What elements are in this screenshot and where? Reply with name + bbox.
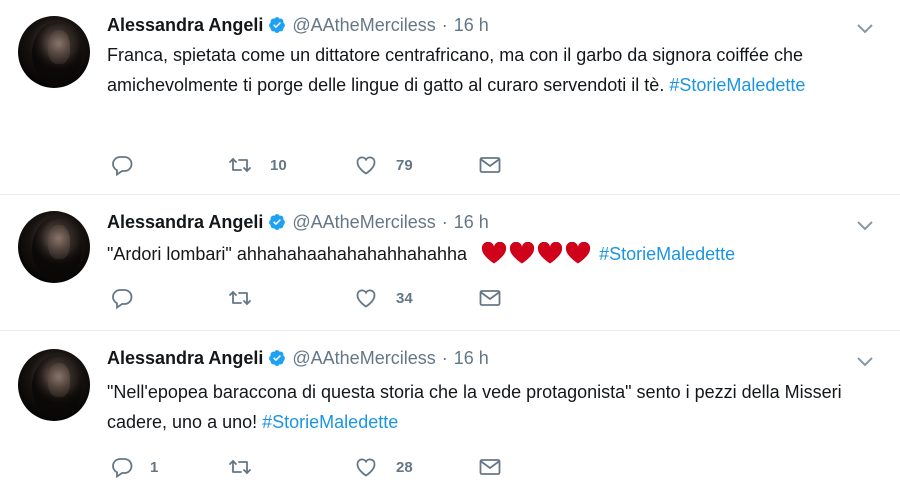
reply-icon — [112, 156, 133, 177]
like-button[interactable]: 79 — [354, 152, 413, 178]
red-heart-emoji — [509, 241, 535, 264]
like-button[interactable]: 28 — [354, 454, 413, 480]
retweet-icon — [229, 158, 251, 172]
like-button[interactable]: 34 — [354, 285, 413, 311]
separator-dot: · — [441, 347, 448, 368]
retweet-icon — [229, 460, 251, 474]
tweet-header: Alessandra Angeli @AAtheMerciless · 16 h — [107, 345, 489, 371]
separator-dot: · — [441, 14, 448, 35]
caret-down-icon[interactable] — [856, 220, 874, 232]
like-icon — [356, 156, 376, 175]
verified-badge-icon — [269, 214, 286, 230]
tweet-text-content: "Nell'epopea baraccona di questa storia … — [107, 382, 842, 432]
verified-badge-icon — [269, 350, 286, 366]
like-count: 28 — [396, 458, 413, 476]
reply-icon — [112, 289, 133, 310]
hashtag-link[interactable]: #StorieMaledette — [669, 75, 805, 95]
tweet-header: Alessandra Angeli @AAtheMerciless · 16 h — [107, 209, 489, 235]
direct-message-button[interactable] — [478, 285, 502, 311]
tweet-text: Franca, spietata come un dittatore centr… — [107, 40, 877, 100]
author-name[interactable]: Alessandra Angeli — [107, 212, 263, 233]
tweet-timestamp[interactable]: 16 h — [454, 15, 489, 36]
author-name[interactable]: Alessandra Angeli — [107, 15, 263, 36]
avatar[interactable] — [18, 16, 90, 88]
tweet-header: Alessandra Angeli @AAtheMerciless · 16 h — [107, 12, 489, 38]
reply-icon — [112, 458, 133, 479]
direct-message-icon — [479, 459, 501, 475]
author-handle[interactable]: @AAtheMerciless — [292, 212, 435, 233]
verified-badge-icon — [269, 17, 286, 33]
hashtag-link[interactable]: #StorieMaledette — [262, 412, 398, 432]
caret-down-icon[interactable] — [856, 356, 874, 368]
caret-down-icon[interactable] — [856, 23, 874, 35]
like-icon — [356, 458, 376, 477]
reply-button[interactable]: 1 — [110, 454, 158, 480]
hashtag-link[interactable]: #StorieMaledette — [599, 244, 735, 264]
avatar[interactable] — [18, 211, 90, 283]
reply-count: 1 — [150, 458, 159, 476]
direct-message-icon — [479, 157, 501, 173]
like-count: 79 — [396, 156, 413, 174]
retweet-button[interactable]: 10 — [228, 152, 287, 178]
direct-message-icon — [479, 290, 501, 306]
avatar[interactable] — [18, 349, 90, 421]
red-heart-emoji — [565, 241, 591, 264]
tweet[interactable]: Alessandra Angeli @AAtheMerciless · 16 h… — [0, 195, 900, 331]
retweet-button[interactable] — [228, 454, 270, 480]
tweet-timestamp[interactable]: 16 h — [454, 348, 489, 369]
author-handle[interactable]: @AAtheMerciless — [292, 15, 435, 36]
tweet[interactable]: Alessandra Angeli @AAtheMerciless · 16 h… — [0, 331, 900, 496]
author-name[interactable]: Alessandra Angeli — [107, 348, 263, 369]
tweet-text: "Nell'epopea baraccona di questa storia … — [107, 377, 877, 437]
reply-button[interactable] — [110, 285, 150, 311]
retweet-icon — [229, 291, 251, 305]
separator-dot: · — [441, 211, 448, 232]
like-icon — [356, 289, 376, 308]
direct-message-button[interactable] — [478, 454, 502, 480]
direct-message-button[interactable] — [478, 152, 502, 178]
timeline: Alessandra Angeli @AAtheMerciless · 16 h… — [0, 0, 900, 496]
tweet[interactable]: Alessandra Angeli @AAtheMerciless · 16 h… — [0, 0, 900, 195]
reply-button[interactable] — [110, 152, 150, 178]
red-heart-emoji — [537, 241, 563, 264]
tweet-text-content: "Ardori lombari" ahhahahaahahahahhahahha — [107, 244, 468, 264]
author-handle[interactable]: @AAtheMerciless — [292, 348, 435, 369]
tweet-text: "Ardori lombari" ahhahahaahahahahhahahha… — [107, 239, 877, 273]
like-count: 34 — [396, 289, 413, 307]
red-heart-emoji — [481, 241, 507, 264]
tweet-timestamp[interactable]: 16 h — [454, 212, 489, 233]
retweet-button[interactable] — [228, 285, 270, 311]
retweet-count: 10 — [270, 156, 287, 174]
red-heart-emoji-group — [481, 241, 593, 273]
